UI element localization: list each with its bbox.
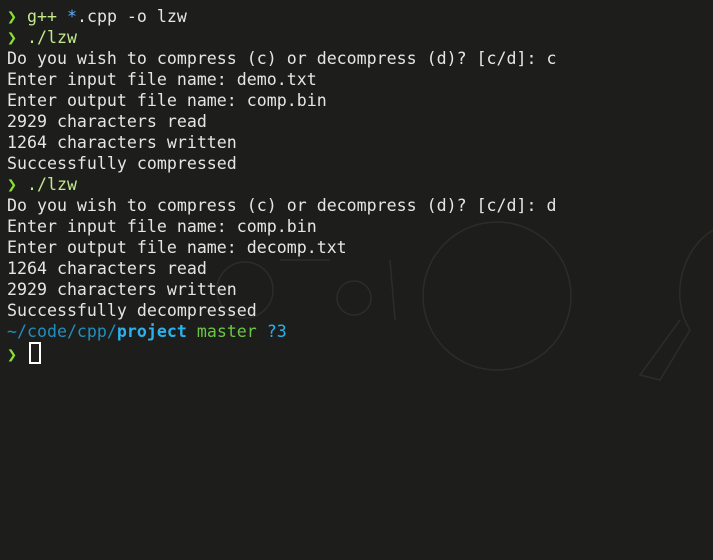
command-text: * xyxy=(66,7,77,26)
path-prefix: ~/code/cpp/ xyxy=(7,322,117,341)
command-text: ./lzw xyxy=(27,175,77,194)
output-line: Do you wish to compress (c) or decompres… xyxy=(7,49,557,68)
terminal-output: ❯ g++ *.cpp -o lzw ❯ ./lzw Do you wish to … xyxy=(7,6,713,364)
prompt-arrow-icon: ❯ xyxy=(7,345,17,364)
command-text: g++ xyxy=(27,7,67,26)
output-line: Successfully compressed xyxy=(7,154,237,173)
output-line: Enter output file name: decomp.txt xyxy=(7,238,347,257)
command-line: ❯ ./lzw xyxy=(7,174,713,195)
git-status: ?3 xyxy=(266,322,287,341)
output-line: Enter input file name: demo.txt xyxy=(7,70,317,89)
prompt-arrow-icon: ❯ xyxy=(7,7,17,26)
output-line: Enter input file name: comp.bin xyxy=(7,217,317,236)
git-branch: master xyxy=(196,322,257,341)
command-text: ./lzw xyxy=(27,28,77,47)
output-line: Enter output file name: comp.bin xyxy=(7,91,327,110)
output-line: 2929 characters written xyxy=(7,280,237,299)
output-line: Do you wish to compress (c) or decompres… xyxy=(7,196,557,215)
output-line: 1264 characters read xyxy=(7,259,207,278)
command-line: ❯ ./lzw xyxy=(7,27,713,48)
command-text: .cpp -o lzw xyxy=(76,7,187,26)
command-line: ❯ g++ *.cpp -o lzw xyxy=(7,6,713,27)
output-line: 1264 characters written xyxy=(7,133,237,152)
prompt-arrow-icon: ❯ xyxy=(7,175,17,194)
output-line: Successfully decompressed xyxy=(7,301,257,320)
prompt-status-line: ~/code/cpp/project master ?3 xyxy=(7,321,713,342)
text-cursor[interactable] xyxy=(29,342,41,364)
current-directory: project xyxy=(116,322,187,341)
terminal-window[interactable]: ❯ g++ *.cpp -o lzw ❯ ./lzw Do you wish to … xyxy=(0,0,713,560)
input-line[interactable]: ❯ xyxy=(7,342,713,364)
output-line: 2929 characters read xyxy=(7,112,207,131)
prompt-arrow-icon: ❯ xyxy=(7,28,17,47)
